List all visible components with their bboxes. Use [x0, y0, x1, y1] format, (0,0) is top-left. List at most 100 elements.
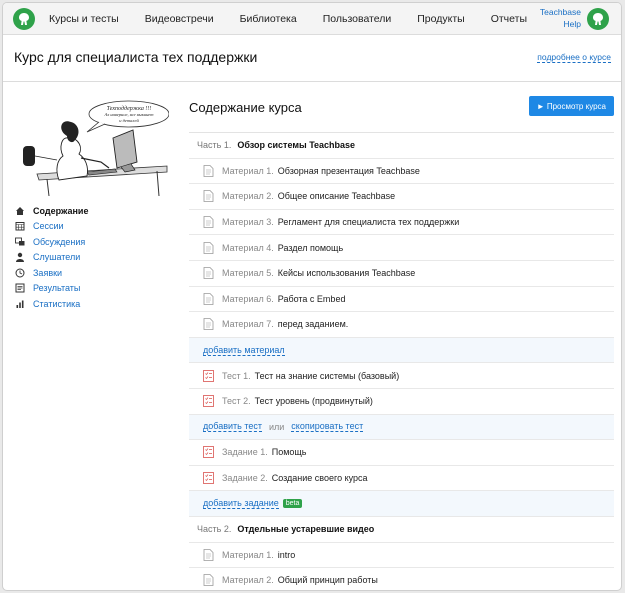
material-number: Материал 3.: [222, 217, 274, 228]
add-task-link[interactable]: добавить задание: [203, 498, 279, 510]
material-number: Материал 1.: [222, 549, 274, 560]
material-number: Материал 1.: [222, 165, 274, 176]
material-row[interactable]: Материал 3. Регламент для специалиста те…: [189, 210, 614, 236]
material-name[interactable]: Общее описание Teachbase: [278, 191, 395, 201]
test-name[interactable]: Тест уровень (продвинутый): [255, 396, 373, 406]
help-link[interactable]: Teachbase Help: [540, 6, 581, 30]
task-name[interactable]: Помощь: [272, 447, 307, 457]
help-line-2: Help: [563, 19, 581, 29]
document-icon: [203, 190, 214, 203]
stats-icon: [15, 299, 25, 309]
help-line-1: Teachbase: [539, 7, 581, 17]
test-name[interactable]: Тест на знание системы (базовый): [255, 371, 400, 381]
add-material-row: добавить материал: [189, 337, 614, 364]
task-name[interactable]: Создание своего курса: [272, 473, 368, 483]
task-icon: [203, 446, 214, 459]
material-row[interactable]: Материал 1. intro: [189, 543, 614, 569]
sidebar-item-discussions[interactable]: Обсуждения: [15, 234, 88, 250]
copy-test-link[interactable]: скопировать тест: [291, 421, 364, 433]
nav-reports[interactable]: Отчеты: [491, 13, 527, 25]
test-row[interactable]: Тест 1. Тест на знание системы (базовый): [189, 363, 614, 389]
document-icon: [203, 216, 214, 228]
course-sidebar: Содержание Сессии Обсуждения Слушатели З…: [15, 203, 88, 312]
sidebar-item-requests[interactable]: Заявки: [15, 265, 88, 281]
sidebar-item-results[interactable]: Результаты: [15, 281, 88, 297]
test-number: Тест 1.: [222, 370, 251, 381]
part-title: Обзор системы Teachbase: [237, 140, 356, 151]
material-name[interactable]: Регламент для специалиста тех поддержки: [278, 217, 460, 227]
bubble-line-3: и деталей: [119, 118, 139, 123]
material-name[interactable]: Раздел помощь: [278, 243, 343, 253]
part-title: Отдельные устаревшие видео: [237, 524, 375, 535]
sidebar-item-contents[interactable]: Содержание: [15, 203, 88, 219]
course-details-link[interactable]: подробнее о курсе: [537, 52, 611, 63]
task-row[interactable]: Задание 2. Создание своего курса: [189, 466, 614, 492]
test-number: Тест 2.: [222, 396, 251, 407]
material-row[interactable]: Материал 7. перед заданием.: [189, 312, 614, 338]
material-row[interactable]: Материал 2. Общий принцип работы: [189, 568, 614, 590]
add-task-row: добавить задание beta: [189, 491, 614, 517]
material-row[interactable]: Материал 5. Кейсы использования Teachbas…: [189, 261, 614, 287]
material-name[interactable]: Общий принцип работы: [278, 575, 378, 585]
document-icon: [203, 241, 214, 254]
material-number: Материал 5.: [222, 268, 274, 279]
results-icon: [15, 283, 25, 293]
page-title: Курс для специалиста тех поддержки: [14, 49, 258, 65]
preview-course-button[interactable]: ► Просмотр курса: [528, 96, 614, 116]
calendar-icon: [15, 221, 25, 231]
task-row[interactable]: Задание 1. Помощь: [189, 440, 614, 466]
document-icon: [203, 318, 214, 331]
document-icon: [203, 548, 214, 561]
home-icon: [15, 206, 25, 216]
test-icon: [203, 395, 214, 408]
top-nav: Курсы и тесты Видеовстречи Библиотека По…: [3, 3, 621, 35]
nav-library[interactable]: Библиотека: [240, 13, 297, 25]
sidebar-item-label: Результаты: [33, 283, 81, 294]
material-row[interactable]: Материал 6. Работа с Embed: [189, 287, 614, 313]
document-icon: [203, 574, 214, 587]
document-icon: [203, 164, 214, 177]
sidebar-item-listeners[interactable]: Слушатели: [15, 250, 88, 266]
material-name[interactable]: Работа с Embed: [278, 294, 346, 304]
test-row[interactable]: Тест 2. Тест уровень (продвинутый): [189, 389, 614, 415]
part-number: Часть 1.: [197, 140, 232, 151]
sidebar-item-label: Заявки: [33, 267, 63, 278]
task-number: Задание 2.: [222, 473, 268, 484]
user-icon: [15, 252, 25, 263]
help-logo-icon[interactable]: [587, 8, 609, 30]
material-name[interactable]: intro: [278, 550, 296, 560]
part-header: Часть 1. Обзор системы Teachbase: [189, 133, 614, 159]
material-row[interactable]: Материал 2. Общее описание Teachbase: [189, 184, 614, 210]
sidebar-item-label: Обсуждения: [33, 236, 86, 247]
nav-video-meetings[interactable]: Видеовстречи: [145, 13, 214, 25]
part-header: Часть 2. Отдельные устаревшие видео: [189, 517, 614, 543]
material-name[interactable]: Обзорная презентация Teachbase: [278, 166, 420, 176]
add-test-row: добавить тест или скопировать тест: [189, 414, 614, 441]
material-row[interactable]: Материал 1. Обзорная презентация Teachba…: [189, 159, 614, 185]
material-number: Материал 6.: [222, 293, 274, 304]
sidebar-item-label: Статистика: [33, 298, 81, 309]
course-header: Курс для специалиста тех поддержки подро…: [3, 35, 621, 82]
material-name[interactable]: Кейсы использования Teachbase: [278, 268, 416, 278]
test-icon: [203, 369, 214, 382]
sidebar-item-label: Слушатели: [33, 252, 81, 263]
sidebar-item-sessions[interactable]: Сессии: [15, 219, 88, 235]
nav-users[interactable]: Пользователи: [323, 13, 392, 25]
nav-courses[interactable]: Курсы и тесты: [49, 13, 119, 25]
material-name[interactable]: перед заданием.: [278, 319, 349, 329]
material-number: Материал 4.: [222, 242, 274, 253]
material-number: Материал 2.: [222, 191, 274, 202]
material-number: Материал 2.: [222, 575, 274, 586]
document-icon: [203, 267, 214, 280]
beta-badge: beta: [282, 499, 303, 509]
part-number: Часть 2.: [197, 524, 232, 535]
material-row[interactable]: Материал 4. Раздел помощь: [189, 235, 614, 261]
add-material-link[interactable]: добавить материал: [203, 345, 285, 356]
course-outline: Часть 1. Обзор системы Teachbase Материа…: [189, 132, 614, 590]
teachbase-logo-icon[interactable]: [13, 8, 35, 30]
add-test-link[interactable]: добавить тест: [203, 421, 262, 433]
nav-products[interactable]: Продукты: [417, 13, 464, 25]
sidebar-item-statistics[interactable]: Статистика: [15, 296, 88, 312]
clock-icon: [15, 268, 25, 278]
document-icon: [203, 292, 214, 305]
